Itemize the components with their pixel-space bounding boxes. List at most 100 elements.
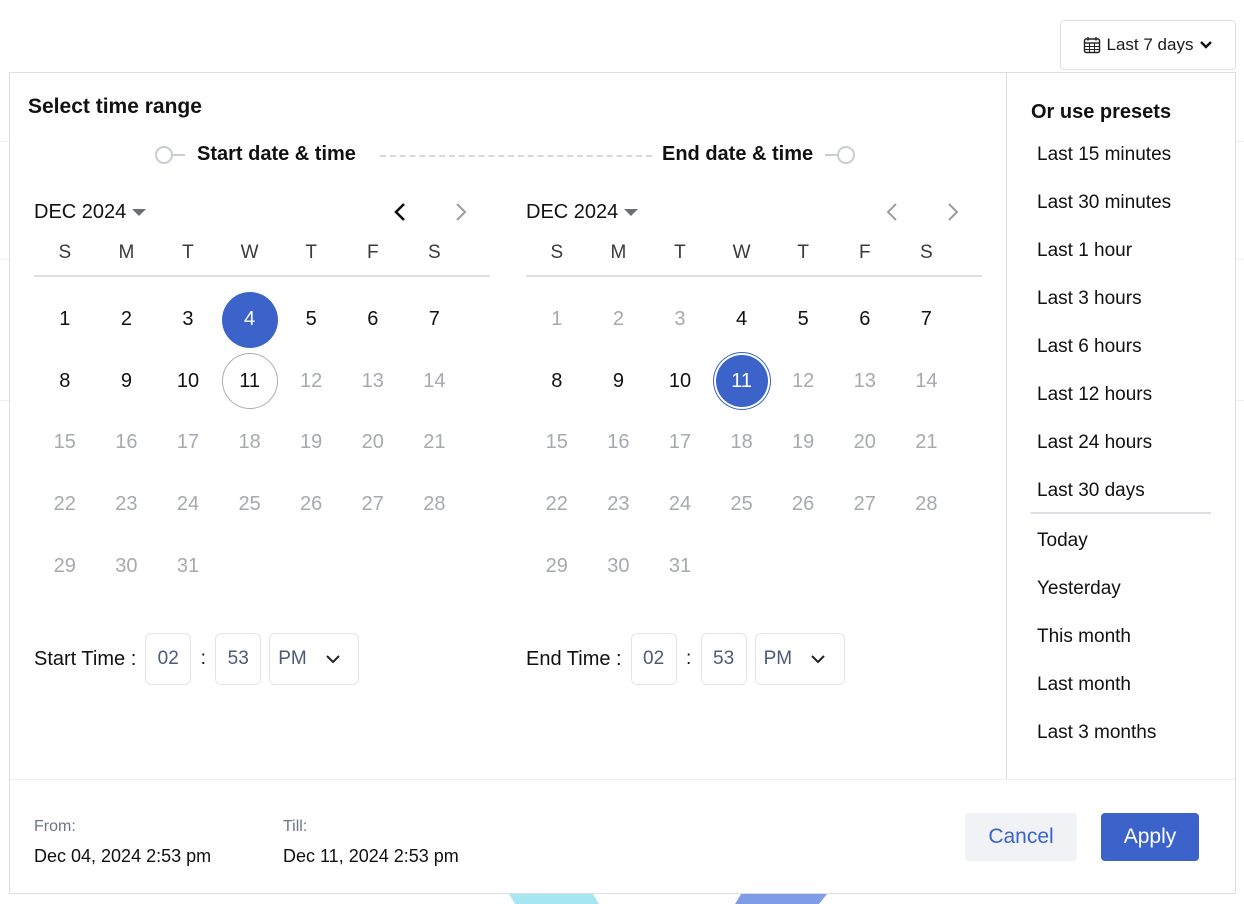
day-number: 3 (674, 308, 686, 331)
start-step: Start date & time (155, 143, 356, 166)
end-day-8[interactable]: 8 (526, 351, 588, 413)
start-day-13[interactable]: 13 (342, 351, 404, 413)
start-day-28[interactable]: 28 (404, 474, 466, 536)
end-day-17[interactable]: 17 (649, 412, 711, 474)
start-hour-input[interactable]: 02 (145, 633, 192, 685)
end-day-30[interactable]: 30 (588, 535, 650, 597)
preset-last-15-minutes[interactable]: Last 15 minutes (1037, 144, 1171, 166)
start-prev-month-button[interactable] (387, 201, 413, 227)
start-month-select[interactable]: DEC 2024 (34, 201, 147, 224)
start-day-10[interactable]: 10 (157, 351, 219, 413)
day-number: 28 (423, 493, 446, 516)
start-next-month-button[interactable] (448, 201, 474, 227)
end-day-5[interactable]: 5 (772, 289, 834, 351)
end-day-15[interactable]: 15 (526, 412, 588, 474)
end-step-label: End date & time (662, 143, 814, 165)
start-day-31[interactable]: 31 (157, 535, 219, 597)
start-day-15[interactable]: 15 (34, 412, 96, 474)
start-day-6[interactable]: 6 (342, 289, 404, 351)
cancel-button[interactable]: Cancel (965, 813, 1077, 861)
end-prev-month-button[interactable] (879, 201, 905, 227)
end-day-14[interactable]: 14 (896, 351, 958, 413)
start-day-5[interactable]: 5 (280, 289, 342, 351)
start-day-2[interactable]: 2 (96, 289, 158, 351)
preset-last-3-months[interactable]: Last 3 months (1037, 722, 1156, 744)
start-day-1[interactable]: 1 (34, 289, 96, 351)
start-day-25[interactable]: 25 (219, 474, 281, 536)
start-day-8[interactable]: 8 (34, 351, 96, 413)
end-hour-input[interactable]: 02 (630, 633, 677, 685)
start-day-12[interactable]: 12 (280, 351, 342, 413)
preset-last-12-hours[interactable]: Last 12 hours (1037, 384, 1152, 406)
preset-last-6-hours[interactable]: Last 6 hours (1037, 336, 1142, 358)
start-day-24[interactable]: 24 (157, 474, 219, 536)
start-period-select[interactable]: PM (269, 633, 360, 685)
preset-last-month[interactable]: Last month (1037, 674, 1131, 696)
calendar-icon (1083, 36, 1101, 54)
end-day-2[interactable]: 2 (588, 289, 650, 351)
end-period-select[interactable]: PM (754, 633, 845, 685)
end-day-19[interactable]: 19 (772, 412, 834, 474)
start-day-27[interactable]: 27 (342, 474, 404, 536)
end-day-6[interactable]: 6 (834, 289, 896, 351)
end-day-25[interactable]: 25 (711, 474, 773, 536)
start-day-19[interactable]: 19 (280, 412, 342, 474)
preset-this-month[interactable]: This month (1037, 626, 1131, 648)
start-day-18[interactable]: 18 (219, 412, 281, 474)
preset-last-30-days[interactable]: Last 30 days (1037, 480, 1145, 502)
end-day-28[interactable]: 28 (896, 474, 958, 536)
apply-button[interactable]: Apply (1101, 813, 1199, 861)
end-day-23[interactable]: 23 (588, 474, 650, 536)
start-day-7[interactable]: 7 (404, 289, 466, 351)
preset-yesterday[interactable]: Yesterday (1037, 578, 1121, 600)
start-day-9[interactable]: 9 (96, 351, 158, 413)
chevron-left-icon (393, 202, 407, 227)
end-day-18[interactable]: 18 (711, 412, 773, 474)
start-day-30[interactable]: 30 (96, 535, 158, 597)
start-day-11[interactable]: 11 (219, 351, 281, 413)
end-day-3[interactable]: 3 (649, 289, 711, 351)
day-number: 9 (612, 369, 624, 392)
preset-last-1-hour[interactable]: Last 1 hour (1037, 240, 1132, 262)
start-day-4[interactable]: 4 (219, 289, 281, 351)
end-day-13[interactable]: 13 (834, 351, 896, 413)
end-day-29[interactable]: 29 (526, 535, 588, 597)
preset-last-30-minutes[interactable]: Last 30 minutes (1037, 192, 1171, 214)
start-day-29[interactable]: 29 (34, 535, 96, 597)
end-day-11[interactable]: 11 (711, 351, 773, 413)
end-next-month-button[interactable] (940, 201, 966, 227)
end-day-16[interactable]: 16 (588, 412, 650, 474)
end-day-1[interactable]: 1 (526, 289, 588, 351)
end-day-10[interactable]: 10 (649, 351, 711, 413)
start-day-20[interactable]: 20 (342, 412, 404, 474)
end-day-20[interactable]: 20 (834, 412, 896, 474)
start-day-26[interactable]: 26 (280, 474, 342, 536)
start-day-14[interactable]: 14 (404, 351, 466, 413)
start-day-23[interactable]: 23 (96, 474, 158, 536)
end-month-select[interactable]: DEC 2024 (526, 201, 639, 224)
end-day-7[interactable]: 7 (896, 289, 958, 351)
end-minute-input[interactable]: 53 (700, 633, 747, 685)
start-day-22[interactable]: 22 (34, 474, 96, 536)
start-minute-input[interactable]: 53 (215, 633, 262, 685)
end-day-26[interactable]: 26 (772, 474, 834, 536)
end-day-21[interactable]: 21 (896, 412, 958, 474)
end-day-12[interactable]: 12 (772, 351, 834, 413)
end-day-31[interactable]: 31 (649, 535, 711, 597)
day-number: 24 (668, 493, 692, 516)
end-day-24[interactable]: 24 (649, 474, 711, 536)
preset-last-3-hours[interactable]: Last 3 hours (1037, 288, 1142, 310)
end-day-9[interactable]: 9 (588, 351, 650, 413)
preset-today[interactable]: Today (1037, 530, 1088, 552)
end-day-22[interactable]: 22 (526, 474, 588, 536)
end-day-4[interactable]: 4 (711, 289, 773, 351)
preset-last-24-hours[interactable]: Last 24 hours (1037, 432, 1152, 454)
start-day-16[interactable]: 16 (96, 412, 158, 474)
end-day-27[interactable]: 27 (834, 474, 896, 536)
start-day-21[interactable]: 21 (404, 412, 466, 474)
day-number: 29 (545, 554, 568, 577)
date-range-trigger-button[interactable]: Last 7 days (1060, 20, 1236, 70)
start-day-3[interactable]: 3 (157, 289, 219, 351)
end-time-row: End Time : 02 : 53 PM (526, 633, 845, 685)
start-day-17[interactable]: 17 (157, 412, 219, 474)
